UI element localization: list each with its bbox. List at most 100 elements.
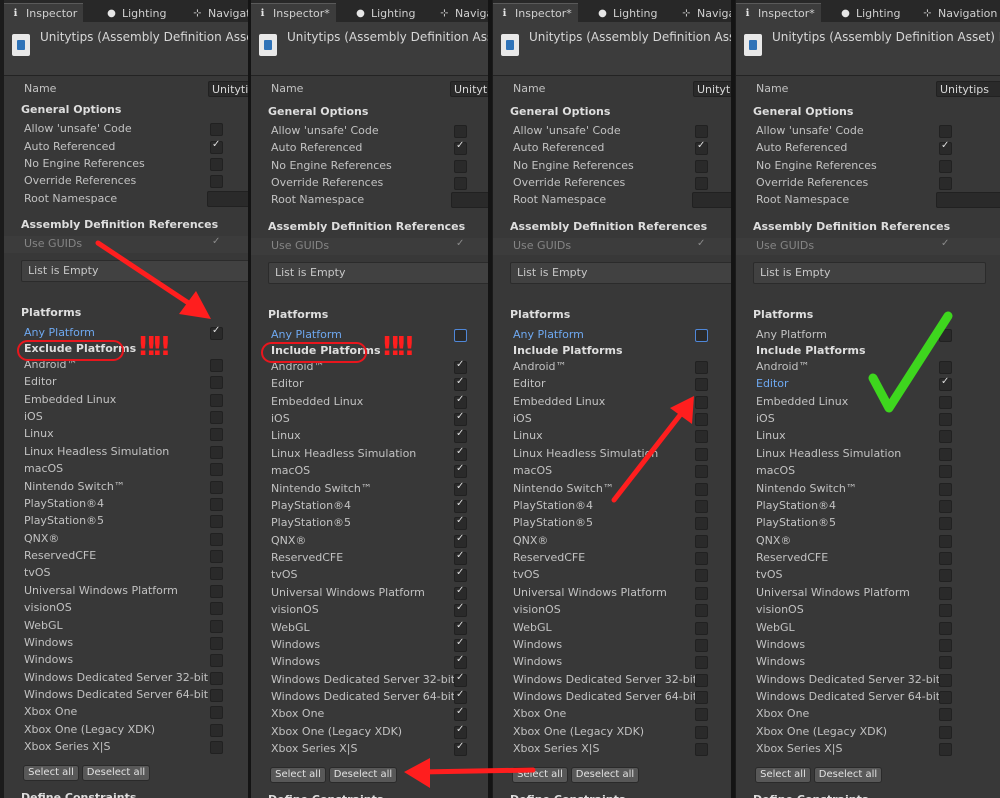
general-option-checkbox[interactable] bbox=[210, 123, 223, 136]
tab-inspector-modified[interactable]: ℹ Inspector* bbox=[736, 3, 821, 23]
platform-checkbox[interactable] bbox=[210, 550, 223, 563]
general-option-checkbox[interactable] bbox=[454, 160, 467, 173]
platform-checkbox[interactable] bbox=[210, 567, 223, 580]
select-all-button[interactable]: Select all bbox=[270, 767, 326, 783]
general-option-checkbox[interactable] bbox=[939, 160, 952, 173]
platform-checkbox[interactable] bbox=[939, 726, 952, 739]
platform-checkbox[interactable] bbox=[210, 533, 223, 546]
platform-checkbox[interactable] bbox=[210, 706, 223, 719]
platform-checkbox[interactable] bbox=[939, 622, 952, 635]
platform-checkbox[interactable] bbox=[454, 724, 467, 739]
platform-checkbox[interactable] bbox=[695, 656, 708, 669]
platform-checkbox[interactable] bbox=[454, 359, 467, 374]
general-option-checkbox[interactable] bbox=[695, 160, 708, 173]
platform-checkbox[interactable] bbox=[454, 394, 467, 409]
platform-checkbox[interactable] bbox=[454, 567, 467, 582]
platform-checkbox[interactable] bbox=[454, 689, 467, 704]
platform-checkbox[interactable] bbox=[210, 376, 223, 389]
platform-checkbox[interactable] bbox=[939, 743, 952, 756]
platform-checkbox[interactable] bbox=[454, 620, 467, 635]
root-namespace-field[interactable] bbox=[692, 192, 731, 208]
platform-checkbox[interactable] bbox=[695, 413, 708, 426]
tab-lighting[interactable]: ● Lighting bbox=[597, 4, 657, 22]
name-field[interactable]: Unityti bbox=[450, 81, 488, 97]
platform-checkbox[interactable] bbox=[939, 656, 952, 669]
platform-checkbox[interactable] bbox=[939, 535, 952, 548]
platform-checkbox[interactable] bbox=[695, 604, 708, 617]
platform-checkbox[interactable] bbox=[210, 585, 223, 598]
platform-checkbox[interactable] bbox=[939, 517, 952, 530]
platform-checkbox[interactable] bbox=[695, 726, 708, 739]
platform-checkbox[interactable] bbox=[210, 463, 223, 476]
platform-checkbox[interactable] bbox=[695, 552, 708, 565]
any-platform-checkbox[interactable] bbox=[939, 329, 952, 342]
platform-checkbox[interactable] bbox=[210, 689, 223, 702]
platform-checkbox[interactable] bbox=[454, 498, 467, 513]
general-option-checkbox[interactable] bbox=[695, 125, 708, 138]
platform-checkbox[interactable] bbox=[210, 481, 223, 494]
platform-checkbox[interactable] bbox=[695, 691, 708, 704]
platform-checkbox[interactable] bbox=[210, 359, 223, 372]
deselect-all-button[interactable]: Deselect all bbox=[329, 767, 397, 783]
any-platform-checkbox[interactable] bbox=[210, 325, 223, 340]
general-option-checkbox[interactable] bbox=[210, 175, 223, 188]
platform-checkbox[interactable] bbox=[454, 637, 467, 652]
tab-inspector[interactable]: ℹ Inspector bbox=[4, 3, 84, 23]
platform-checkbox[interactable] bbox=[939, 639, 952, 652]
tab-navigation-cut[interactable]: ⊹ Navigat bbox=[192, 4, 248, 22]
platform-checkbox[interactable] bbox=[210, 724, 223, 737]
platform-checkbox[interactable] bbox=[695, 639, 708, 652]
general-option-checkbox[interactable] bbox=[695, 140, 708, 155]
platform-checkbox[interactable] bbox=[454, 481, 467, 496]
platform-checkbox[interactable] bbox=[454, 654, 467, 669]
platform-checkbox[interactable] bbox=[210, 411, 223, 424]
root-namespace-field[interactable] bbox=[207, 191, 248, 207]
platform-checkbox[interactable] bbox=[939, 708, 952, 721]
platform-checkbox[interactable] bbox=[454, 585, 467, 600]
platform-checkbox[interactable] bbox=[695, 708, 708, 721]
platform-checkbox[interactable] bbox=[454, 515, 467, 530]
tab-lighting[interactable]: ● Lighting bbox=[106, 4, 166, 22]
root-namespace-field[interactable] bbox=[936, 192, 1000, 208]
general-option-checkbox[interactable] bbox=[939, 177, 952, 190]
platform-checkbox[interactable] bbox=[939, 361, 952, 374]
platform-checkbox[interactable] bbox=[210, 428, 223, 441]
platform-checkbox[interactable] bbox=[695, 483, 708, 496]
tab-inspector-modified[interactable]: ℹ Inspector* bbox=[251, 3, 336, 23]
platform-checkbox[interactable] bbox=[695, 569, 708, 582]
platform-checkbox[interactable] bbox=[939, 569, 952, 582]
platform-checkbox[interactable] bbox=[939, 413, 952, 426]
any-platform-checkbox[interactable] bbox=[454, 329, 467, 342]
general-option-checkbox[interactable] bbox=[210, 139, 223, 154]
platform-checkbox[interactable] bbox=[939, 500, 952, 513]
platform-checkbox[interactable] bbox=[695, 674, 708, 687]
tab-navigation-cut2[interactable]: ⊹ Naviga bbox=[681, 4, 731, 22]
any-platform-checkbox[interactable] bbox=[695, 329, 708, 342]
platform-checkbox[interactable] bbox=[454, 411, 467, 426]
select-all-button[interactable]: Select all bbox=[512, 767, 568, 783]
platform-checkbox[interactable] bbox=[454, 602, 467, 617]
general-option-checkbox[interactable] bbox=[454, 125, 467, 138]
tab-navigation[interactable]: ⊹ Navigation bbox=[922, 4, 997, 22]
platform-checkbox[interactable] bbox=[454, 428, 467, 443]
platform-checkbox[interactable] bbox=[695, 743, 708, 756]
select-all-button[interactable]: Select all bbox=[755, 767, 811, 783]
general-option-checkbox[interactable] bbox=[695, 177, 708, 190]
platform-checkbox[interactable] bbox=[454, 463, 467, 478]
platform-checkbox[interactable] bbox=[210, 498, 223, 511]
platform-checkbox[interactable] bbox=[695, 500, 708, 513]
tab-lighting[interactable]: ● Lighting bbox=[355, 4, 415, 22]
platform-checkbox[interactable] bbox=[939, 483, 952, 496]
platform-checkbox[interactable] bbox=[210, 394, 223, 407]
platform-checkbox[interactable] bbox=[210, 672, 223, 685]
platform-checkbox[interactable] bbox=[210, 620, 223, 633]
platform-checkbox[interactable] bbox=[939, 691, 952, 704]
general-option-checkbox[interactable] bbox=[454, 140, 467, 155]
select-all-button[interactable]: Select all bbox=[23, 765, 79, 781]
platform-checkbox[interactable] bbox=[210, 637, 223, 650]
deselect-all-button[interactable]: Deselect all bbox=[814, 767, 882, 783]
platform-checkbox[interactable] bbox=[695, 465, 708, 478]
general-option-checkbox[interactable] bbox=[939, 140, 952, 155]
platform-checkbox[interactable] bbox=[695, 430, 708, 443]
platform-checkbox[interactable] bbox=[939, 465, 952, 478]
